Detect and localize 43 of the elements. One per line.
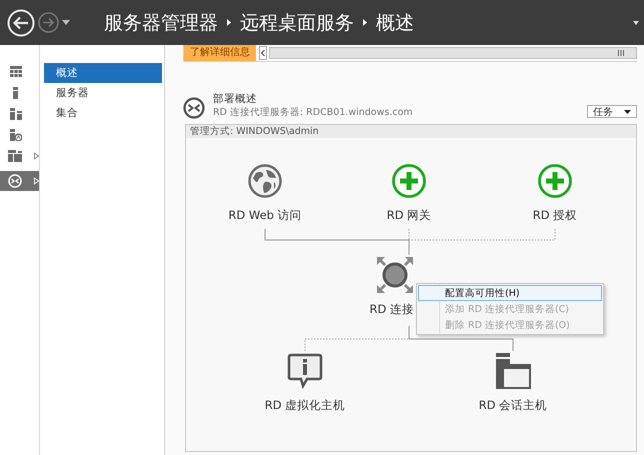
breadcrumb-item[interactable]: 概述 bbox=[376, 10, 414, 36]
breadcrumb-separator-icon bbox=[363, 19, 367, 26]
grip-icon bbox=[618, 50, 624, 56]
add-icon[interactable] bbox=[392, 164, 426, 198]
scroll-left-icon[interactable] bbox=[261, 50, 265, 56]
learn-more-link[interactable]: 了解详细信息 bbox=[184, 45, 256, 61]
server-icon bbox=[13, 86, 18, 98]
role-label: RD 虚拟化主机 bbox=[264, 398, 346, 413]
caret-icon bbox=[624, 110, 631, 114]
back-button-icon[interactable] bbox=[7, 8, 35, 36]
servers-icon bbox=[10, 108, 22, 120]
nav-item[interactable]: 集合 bbox=[44, 103, 162, 123]
role-label: RD 连接 bbox=[369, 302, 414, 317]
tasks-button[interactable]: 任务 bbox=[587, 105, 637, 118]
info-bubble-icon bbox=[287, 353, 323, 389]
session-host-icon bbox=[495, 353, 531, 389]
globe-icon bbox=[248, 164, 282, 198]
breadcrumb-item[interactable]: 服务器管理器 bbox=[104, 10, 218, 36]
breadcrumb-separator-icon bbox=[227, 19, 231, 26]
connection-broker-icon bbox=[376, 256, 414, 294]
add-icon[interactable] bbox=[538, 164, 572, 198]
nav-item[interactable]: 概述 bbox=[44, 63, 162, 83]
history-dropdown-icon[interactable] bbox=[62, 20, 70, 25]
scrollbar[interactable] bbox=[256, 45, 637, 61]
role-label: RD Web 访问 bbox=[228, 208, 302, 223]
caret-icon[interactable] bbox=[633, 20, 639, 24]
nav-item[interactable]: 服务器 bbox=[44, 83, 162, 103]
remote-desktop-icon bbox=[8, 174, 22, 188]
server-badge-icon bbox=[10, 128, 22, 140]
managed-by-label: 管理方式: WINDOWS\admin bbox=[186, 125, 636, 138]
expand-arrow-icon[interactable] bbox=[34, 152, 39, 160]
section-title: 部署概述 bbox=[213, 92, 258, 106]
section-subtitle: RD 连接代理服务器: RDCB01.windows.com bbox=[213, 106, 414, 119]
menu-item[interactable]: 配置高可用性(H) bbox=[418, 285, 602, 301]
breadcrumb-item[interactable]: 远程桌面服务 bbox=[240, 10, 354, 36]
role-label: RD 会话主机 bbox=[478, 398, 548, 413]
role-label: RD 网关 bbox=[386, 208, 432, 223]
role-label: RD 授权 bbox=[532, 208, 578, 223]
deployment-icon bbox=[183, 97, 205, 119]
forward-button-icon[interactable] bbox=[38, 12, 59, 33]
grid-icon bbox=[10, 66, 22, 77]
rail-item[interactable] bbox=[0, 171, 39, 191]
server-folder-icon bbox=[8, 149, 22, 162]
